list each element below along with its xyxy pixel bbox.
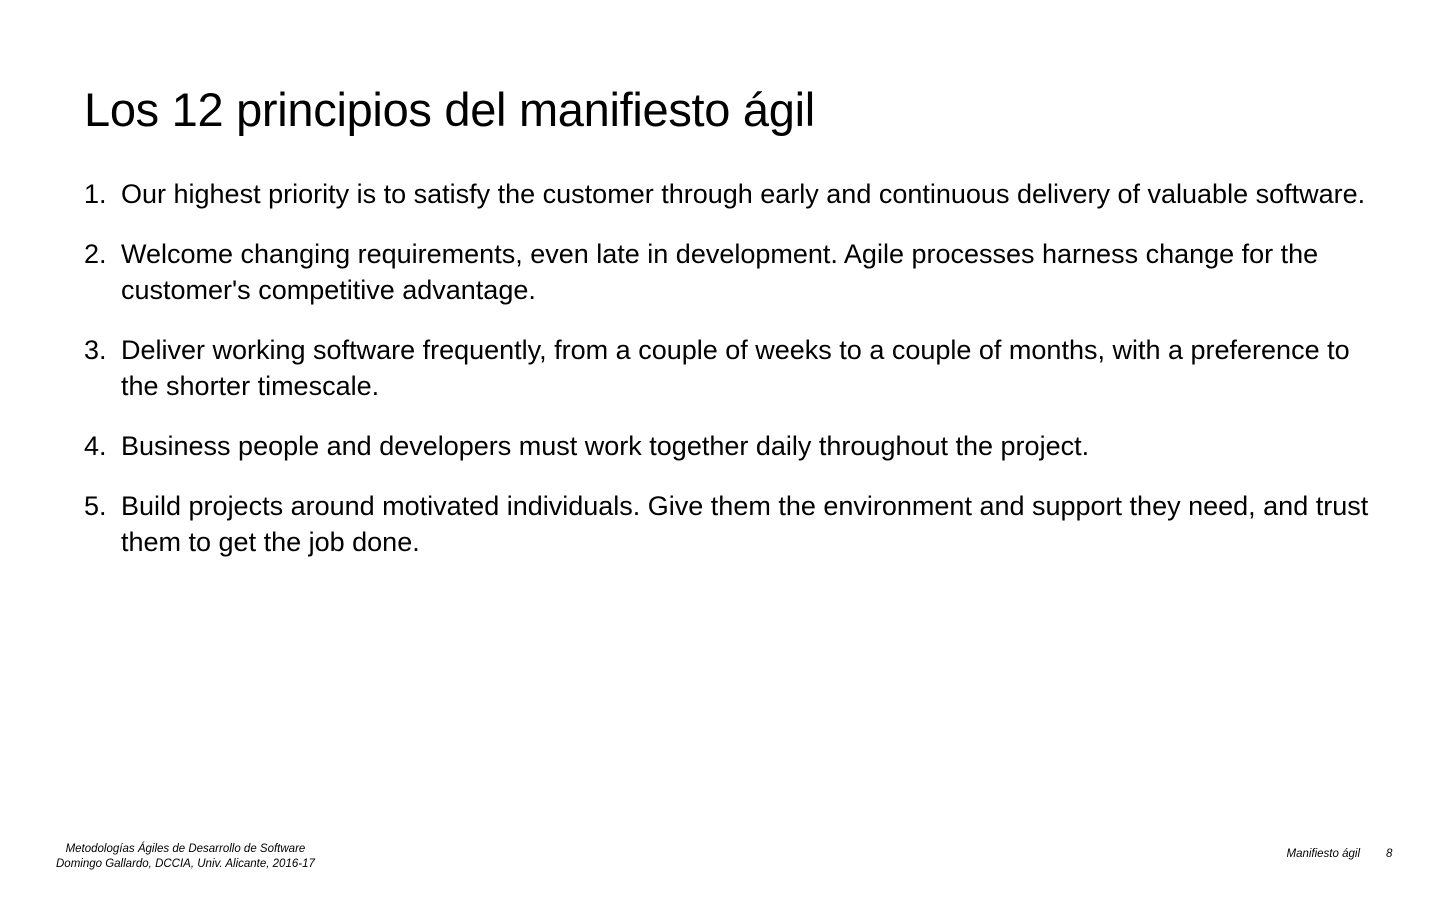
principles-list: 1. Our highest priority is to satisfy th… — [84, 176, 1374, 584]
footer-section-name: Manifiesto ágil — [1286, 848, 1360, 860]
principle-item-3: 3. Deliver working software frequently, … — [84, 332, 1374, 404]
principle-number: 1. — [84, 179, 107, 209]
slide-title: Los 12 principios del manifiesto ágil — [84, 83, 815, 136]
footer-course-name: Metodologías Ágiles de Desarrollo de Sof… — [65, 843, 306, 855]
principle-text: Build projects around motivated individu… — [121, 491, 1369, 557]
principle-number: 2. — [84, 239, 107, 269]
footer-course-info: Metodologías Ágiles de Desarrollo de Sof… — [56, 842, 315, 872]
principle-number: 3. — [84, 335, 107, 365]
principle-item-2: 2. Welcome changing requirements, even l… — [84, 236, 1374, 308]
principle-text: Deliver working software frequently, fro… — [121, 335, 1350, 401]
principle-item-1: 1. Our highest priority is to satisfy th… — [84, 176, 1374, 212]
page-number: 8 — [1386, 848, 1393, 860]
principle-item-5: 5. Build projects around motivated indiv… — [84, 488, 1374, 560]
footer-author: Domingo Gallardo, DCCIA, Univ. Alicante,… — [56, 858, 315, 870]
principle-item-4: 4. Business people and developers must w… — [84, 428, 1374, 464]
principle-text: Business people and developers must work… — [121, 431, 1090, 461]
principle-text: Our highest priority is to satisfy the c… — [121, 179, 1366, 209]
principle-number: 4. — [84, 431, 107, 461]
principle-number: 5. — [84, 491, 107, 521]
principle-text: Welcome changing requirements, even late… — [121, 239, 1319, 305]
